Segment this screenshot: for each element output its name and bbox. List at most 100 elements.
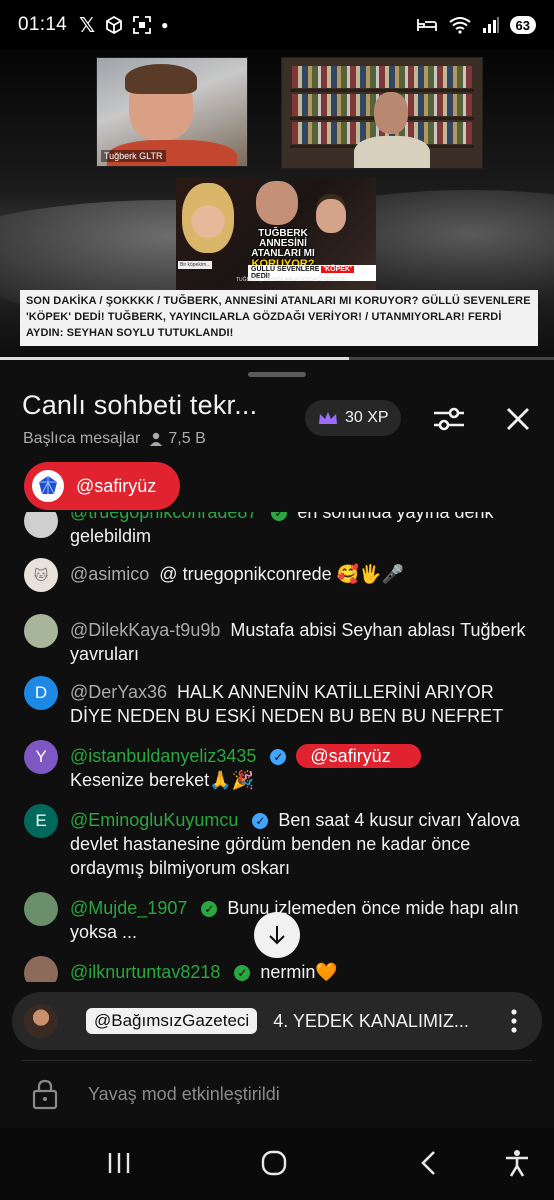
screenshot-icon	[133, 16, 152, 34]
signal-icon	[482, 17, 499, 33]
chat-message-body: @ilknurtuntav8218 ✓ nermin🧡	[70, 960, 530, 982]
verified-badge-icon: ✓	[252, 813, 269, 829]
guest-body	[354, 136, 430, 168]
sapphire-icon	[30, 468, 66, 504]
viewer-count-value: 7,5 B	[168, 430, 206, 447]
thumbnail-note: Bir köpekim...	[178, 261, 213, 269]
message-author[interactable]: @istanbuldanyeliz3435	[70, 746, 256, 766]
member-badge-icon: ✓	[234, 965, 251, 981]
message-author[interactable]: @DilekKaya-t9u9b	[70, 620, 220, 640]
chat-title: Canlı sohbeti tekr...	[22, 390, 258, 420]
thumbnail-title: TUĞBERK ANNESİNİ ATANLARI MI KORUYOR?	[238, 229, 328, 270]
pinned-ticker[interactable]: @BağımsızGazeteci 4. YEDEK KANALIMIZ...	[12, 992, 542, 1050]
home-button[interactable]	[259, 1148, 289, 1178]
accessibility-icon	[506, 1150, 528, 1177]
chat-message-body: @truegopnikconrade87 ✓ en sonunda yayına d…	[70, 512, 530, 548]
pinned-user-name: @safiryüz	[76, 475, 157, 496]
drag-handle[interactable]	[248, 372, 306, 377]
system-navigation-bar	[0, 1128, 554, 1200]
guest-head	[374, 92, 408, 134]
wifi-icon	[448, 17, 471, 34]
chat-message-body: @DilekKaya-t9u9b Mustafa abisi Seyhan abl…	[70, 618, 530, 666]
home-icon	[261, 1150, 287, 1176]
live-chat-panel: Canlı sohbeti tekr... Başlıca mesajlar 7…	[0, 360, 554, 1200]
video-player[interactable]: Tuğberk GLTR TUĞBERK ANNESİNİ ATANLARI M…	[0, 50, 554, 360]
message-author[interactable]: @EminogluKuyumcu	[70, 810, 238, 830]
more-vert-icon[interactable]	[510, 1008, 518, 1034]
scroll-to-bottom-button[interactable]	[254, 912, 300, 958]
user-avatar[interactable]: E	[24, 804, 58, 838]
thumbnail-title-line2: ANNESİNİ ATANLARI MI	[251, 238, 315, 259]
dot-icon: ●	[161, 18, 169, 32]
filter-settings-icon[interactable]	[432, 404, 466, 434]
chat-message-body: @DerYax36 HALK ANNENİN KATİLLERİNİ ARIYOR…	[70, 680, 530, 728]
message-author[interactable]: @truegopnikconrade87	[70, 512, 257, 522]
ticker-avatar	[24, 1004, 58, 1038]
member-badge-icon: ✓	[201, 901, 218, 917]
xp-button[interactable]: 30 XP	[305, 400, 401, 436]
cat-avatar-icon: 🐱	[33, 566, 49, 583]
thumbnail-person	[182, 183, 234, 253]
user-avatar[interactable]	[24, 892, 58, 926]
pinned-user-chip[interactable]: @safiryüz	[24, 462, 180, 510]
box-icon	[106, 16, 123, 34]
user-avatar[interactable]	[24, 512, 58, 538]
thumbnail-person	[316, 199, 346, 233]
person-icon	[150, 432, 163, 446]
chat-message-body: @asimico @ truegopnikconrede 🥰🖐🎤	[70, 562, 530, 586]
close-icon[interactable]	[503, 404, 533, 434]
video-thumbnail-overlay: TUĞBERK ANNESİNİ ATANLARI MI KORUYOR? GÜ…	[176, 177, 376, 290]
chat-subtitle: Başlıca mesajlar 7,5 B	[23, 430, 206, 448]
message-author[interactable]: @Mujde_1907	[70, 898, 187, 918]
sleep-icon	[416, 19, 437, 31]
ticker-text: 4. YEDEK KANALIMIZ...	[273, 1010, 469, 1031]
thumbnail-subtitle-pre: GÜLLÜ SEVENLERE	[251, 266, 322, 273]
message-text: nermin🧡	[260, 962, 338, 982]
host-hair	[125, 64, 197, 94]
webcam-guest	[281, 57, 483, 169]
shelf	[290, 89, 474, 92]
chat-message-body: @Mujde_1907 ✓ Bunu izlemeden önce mide hap…	[70, 896, 530, 944]
recent-apps-button[interactable]	[104, 1148, 134, 1178]
status-system-icons: 63	[416, 16, 536, 34]
chat-message-body: @EminogluKuyumcu ✓ Ben saat 4 kusur civarı…	[70, 808, 530, 880]
user-avatar[interactable]	[24, 614, 58, 648]
battery-indicator: 63	[509, 16, 536, 34]
member-badge-icon: ✓	[271, 512, 288, 521]
webcam-label: Tuğberk GLTR	[101, 150, 166, 162]
chat-mode-selector[interactable]: Başlıca mesajlar	[23, 430, 140, 448]
x-icon: 𝕏	[79, 14, 96, 37]
slow-mode-text: Yavaş mod etkinleştirildi	[88, 1083, 280, 1104]
message-author[interactable]: @asimico	[70, 564, 149, 584]
slow-mode-notice: Yavaş mod etkinleştirildi	[30, 1078, 280, 1110]
status-bar: 01:14 𝕏 ● 63	[0, 0, 554, 50]
thumbnail-person	[256, 181, 298, 225]
divider	[22, 1060, 532, 1061]
verified-badge-icon: ✓	[270, 749, 287, 765]
status-time: 01:14	[18, 14, 68, 35]
crown-icon	[319, 412, 337, 424]
user-avatar[interactable]: Y	[24, 740, 58, 774]
message-text: @ truegopnikconrede 🥰🖐🎤	[159, 564, 404, 584]
status-notification-icons: 𝕏 ●	[79, 13, 168, 38]
recent-apps-icon	[108, 1153, 130, 1173]
user-avatar[interactable]: 🐱	[24, 558, 58, 592]
video-news-banner: SON DAKİKA / ŞOKKKK / TUĞBERK, ANNESİNİ …	[20, 290, 538, 346]
lock-icon	[32, 1079, 58, 1110]
message-text: Kesenize bereket🙏🎉	[70, 770, 254, 790]
thumbnail-small-text: TUĞBERK, YAYINCILARLA GÖZDAĞI VERİYOR!	[236, 277, 348, 283]
mention-chip[interactable]: @safiryüz	[296, 744, 421, 768]
thumbnail-subtitle-highlight: 'KÖPEK'	[321, 266, 354, 273]
ticker-user-chip[interactable]: @BağımsızGazeteci	[86, 1008, 258, 1034]
viewer-count: 7,5 B	[148, 430, 206, 448]
message-author[interactable]: @DerYax36	[70, 682, 167, 702]
user-avatar[interactable]: D	[24, 676, 58, 710]
accessibility-button[interactable]	[502, 1148, 532, 1178]
bookshelf	[292, 66, 472, 88]
xp-label: 30 XP	[345, 409, 389, 426]
arrow-down-icon	[269, 926, 285, 945]
message-author[interactable]: @ilknurtuntav8218	[70, 962, 220, 982]
chat-message-body: @istanbuldanyeliz3435 ✓ @safiryüz Kesenize …	[70, 744, 530, 792]
user-avatar[interactable]	[24, 956, 58, 982]
back-button[interactable]	[414, 1148, 444, 1178]
